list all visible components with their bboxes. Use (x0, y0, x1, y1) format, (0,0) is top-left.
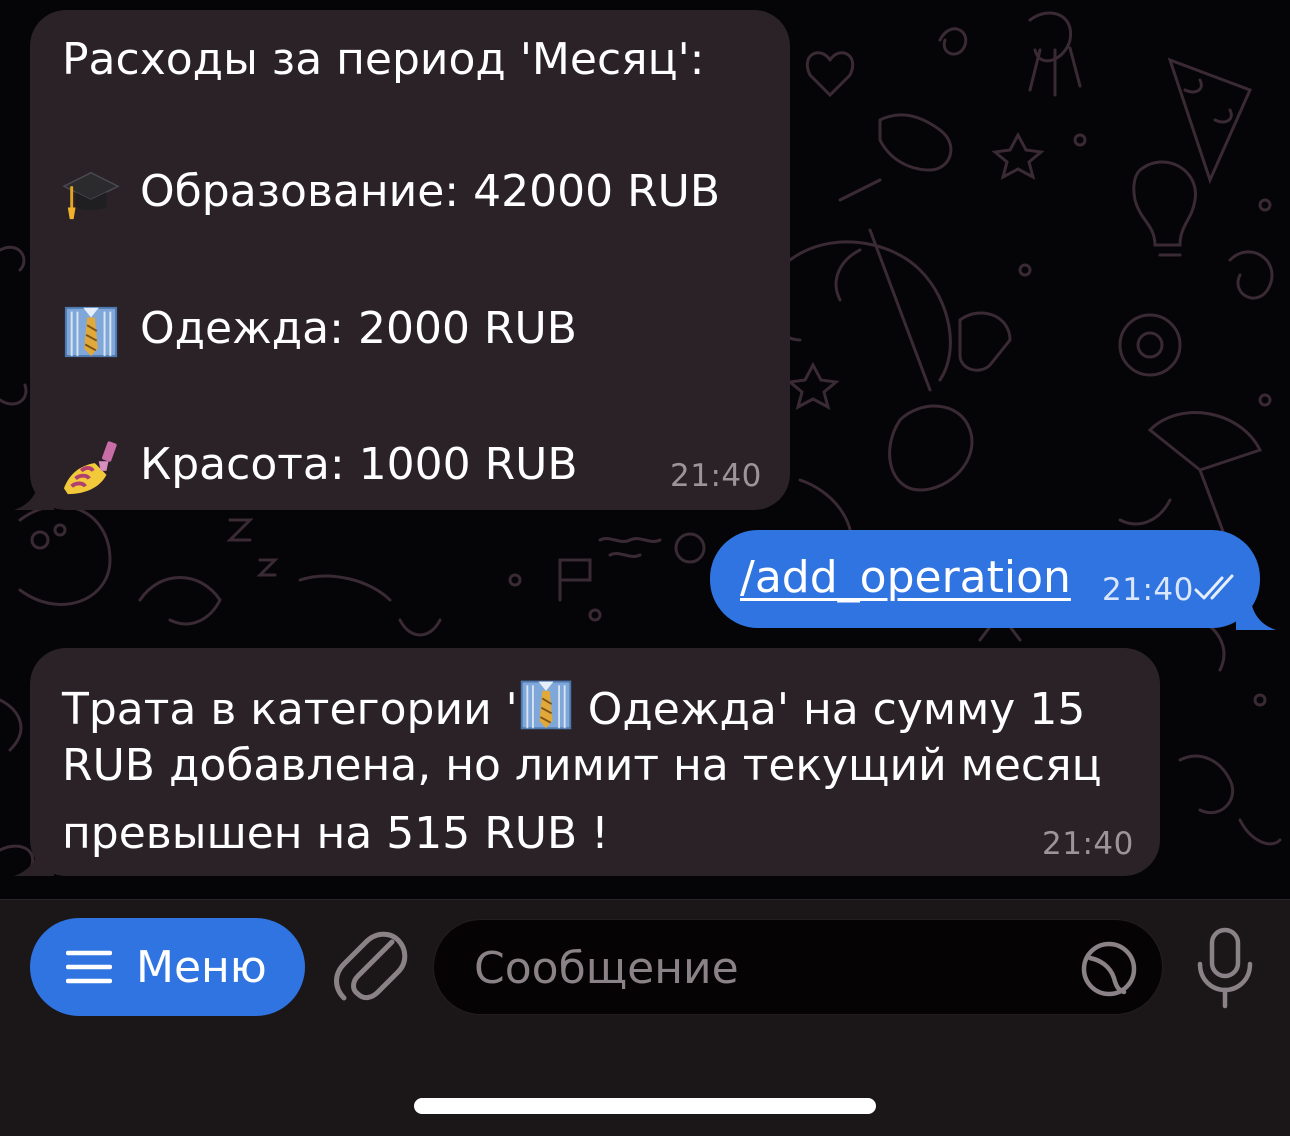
message-time: 21:40 (670, 458, 762, 494)
bubble-tail (1236, 590, 1276, 630)
message-input[interactable] (472, 920, 1076, 1016)
bubble-tail (14, 836, 54, 876)
home-indicator[interactable] (414, 1098, 876, 1114)
message-time: 21:40 (1042, 826, 1134, 862)
paperclip-icon[interactable] (332, 928, 408, 1008)
command-line: /add_operation (740, 556, 1071, 600)
warning-line-3: превышен на 515 RUB ! (62, 808, 609, 859)
read-checkmarks-icon (1194, 574, 1234, 600)
microphone-icon[interactable] (1192, 926, 1258, 1010)
message-input-bar: Меню (0, 899, 1290, 1136)
graduation-cap-icon (62, 165, 120, 223)
bubble-tail (14, 470, 54, 510)
expense-item-clothing-text: Одежда: 2000 RUB (140, 303, 577, 354)
hamburger-icon (66, 950, 112, 984)
message-header: Расходы за период 'Месяц': (62, 34, 705, 85)
sticker-icon[interactable] (1080, 940, 1138, 998)
shirt-tie-icon (62, 302, 120, 360)
expense-item-clothing: Одежда: 2000 RUB (62, 302, 577, 360)
expense-item-beauty-text: Красота: 1000 RUB (140, 439, 578, 490)
incoming-message-expenses: Расходы за период 'Месяц': Образование: … (30, 10, 790, 510)
incoming-message-limit-warning: Трата в категории ' Одежда' на сумму 15 … (30, 648, 1160, 876)
warning-line-2: RUB добавлена, но лимит на текущий месяц (62, 740, 1102, 791)
menu-button[interactable]: Меню (30, 918, 305, 1016)
message-list: Расходы за период 'Месяц': Образование: … (0, 0, 1290, 900)
warning-line-1-after: Одежда' на сумму 15 (573, 684, 1086, 735)
expense-item-education: Образование: 42000 RUB (62, 165, 720, 223)
message-time: 21:40 (1102, 572, 1194, 608)
command-link[interactable]: /add_operation (740, 552, 1071, 603)
warning-line-1: Трата в категории ' Одежда' на сумму 15 (62, 676, 1085, 732)
warning-line-1-before: Трата в категории ' (62, 684, 518, 735)
menu-button-label: Меню (136, 941, 267, 993)
message-input-field[interactable] (433, 919, 1163, 1016)
expense-item-beauty: Красота: 1000 RUB (62, 438, 578, 496)
nail-polish-icon (62, 438, 120, 496)
chat-screen: Расходы за период 'Месяц': Образование: … (0, 0, 1290, 1136)
shirt-tie-icon (518, 676, 574, 732)
outgoing-message-command: /add_operation 21:40 (710, 530, 1260, 628)
expense-item-education-text: Образование: 42000 RUB (140, 166, 721, 217)
